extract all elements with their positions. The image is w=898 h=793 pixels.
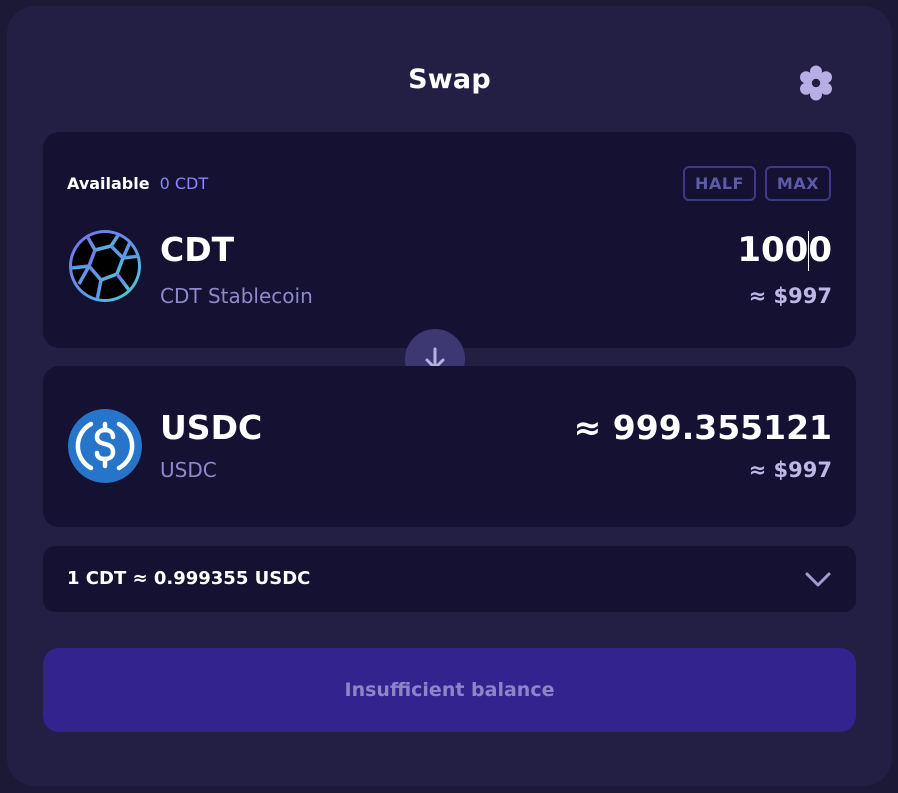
available-balance: Available 0 CDT [67, 174, 208, 193]
modal-title: Swap [408, 64, 491, 95]
to-amount: ≈ 999.355121 [573, 408, 832, 447]
chevron-down-icon [805, 572, 831, 587]
usdc-token-icon [68, 409, 142, 483]
to-usd-value: ≈ $997 [748, 458, 832, 482]
to-token-card: USDC USDC ≈ 999.355121 ≈ $997 [43, 366, 856, 527]
available-amount: 0 CDT [159, 174, 209, 193]
settings-button[interactable] [797, 64, 835, 102]
half-button[interactable]: HALF [683, 166, 756, 201]
text-caret [808, 231, 809, 271]
cdt-token-icon [69, 230, 141, 302]
available-label: Available [67, 174, 150, 193]
to-token-symbol: USDC [160, 408, 263, 447]
from-usd-value: ≈ $997 [748, 284, 832, 308]
swap-modal: Swap Available 0 CDT HALF MAX CDT CDT St… [7, 6, 892, 786]
from-token-symbol: CDT [160, 230, 235, 269]
from-token-name: CDT Stablecoin [160, 284, 313, 308]
to-token-name: USDC [160, 458, 217, 482]
from-amount-input[interactable] [532, 228, 832, 272]
exchange-rate-toggle[interactable]: 1 CDT ≈ 0.999355 USDC [43, 546, 856, 612]
submit-swap-button[interactable]: Insufficient balance [43, 648, 856, 732]
gear-icon [800, 65, 832, 101]
exchange-rate-text: 1 CDT ≈ 0.999355 USDC [67, 568, 311, 589]
from-token-card: Available 0 CDT HALF MAX CDT CDT Stablec… [43, 132, 856, 348]
max-button[interactable]: MAX [765, 166, 831, 201]
